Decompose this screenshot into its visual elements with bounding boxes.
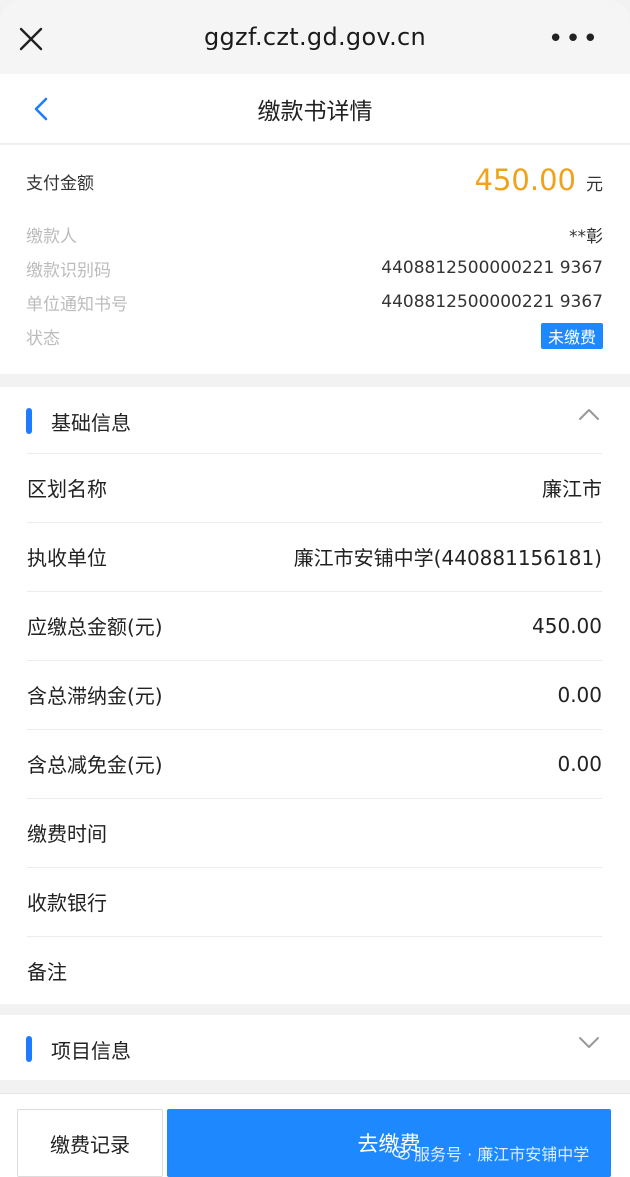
- summary-value: 4408812500000221 9367: [381, 292, 603, 312]
- basic-info-header[interactable]: 基础信息: [0, 387, 630, 453]
- info-row-collecting-unit: 执收单位 廉江市安铺中学(440881156181): [27, 522, 602, 590]
- info-label: 执收单位: [27, 546, 107, 570]
- info-value: 廉江市: [542, 477, 602, 501]
- info-value: 0.00: [557, 751, 602, 776]
- info-label: 区划名称: [27, 477, 107, 501]
- info-label: 缴费时间: [27, 822, 107, 846]
- payment-record-button[interactable]: 缴费记录: [17, 1109, 163, 1177]
- amount-unit: 元: [586, 175, 603, 195]
- more-icon[interactable]: •••: [548, 24, 600, 54]
- info-row-payment-time: 缴费时间: [27, 798, 602, 866]
- project-info-header[interactable]: 项目信息: [0, 1015, 630, 1081]
- project-info-section[interactable]: 项目信息: [0, 1015, 630, 1080]
- info-value: 450.00: [532, 613, 602, 638]
- summary-value: 4408812500000221 9367: [381, 258, 603, 278]
- info-row-region: 区划名称 廉江市: [27, 453, 602, 521]
- chevron-down-icon[interactable]: [578, 1035, 600, 1049]
- info-row-remarks: 备注: [27, 936, 602, 1004]
- summary-label: 单位通知书号: [26, 294, 128, 315]
- browser-url: ggzf.czt.gd.gov.cn: [203, 23, 427, 51]
- info-value: 0.00: [557, 682, 602, 707]
- amount-value: 450.00: [474, 163, 576, 197]
- info-label: 备注: [27, 960, 67, 984]
- info-row-reduction: 含总减免金(元) 0.00: [27, 729, 602, 797]
- summary-row-payment-code: 缴款识别码 4408812500000221 9367: [26, 255, 603, 281]
- section-accent-bar: [26, 1036, 32, 1062]
- nav-bar: 缴款书详情: [0, 74, 630, 144]
- info-label: 收款银行: [27, 891, 107, 915]
- close-icon[interactable]: [18, 26, 44, 52]
- summary-label: 状态: [26, 328, 60, 349]
- info-row-bank: 收款银行: [27, 867, 602, 935]
- page-title: 缴款书详情: [257, 98, 373, 125]
- wechat-icon: [392, 1146, 410, 1160]
- amount: 450.00 元: [475, 163, 603, 197]
- summary-row-status: 状态 未缴费: [26, 323, 603, 349]
- summary-value: **彰: [569, 226, 603, 247]
- status-badge: 未缴费: [540, 323, 603, 349]
- payment-summary: 支付金额 450.00 元 缴款人 **彰 缴款识别码 440881250000…: [0, 145, 630, 374]
- section-accent-bar: [26, 408, 32, 434]
- info-label: 含总滞纳金(元): [27, 684, 163, 708]
- back-icon[interactable]: [30, 96, 54, 122]
- info-row-late-fee: 含总滞纳金(元) 0.00: [27, 660, 602, 728]
- info-row-total-due: 应缴总金额(元) 450.00: [27, 591, 602, 659]
- summary-row-payer: 缴款人 **彰: [26, 221, 603, 247]
- summary-label: 缴款识别码: [26, 260, 111, 281]
- summary-row-notice-number: 单位通知书号 4408812500000221 9367: [26, 289, 603, 315]
- summary-label: 缴款人: [26, 226, 77, 247]
- section-title: 项目信息: [51, 1039, 131, 1063]
- info-label: 应缴总金额(元): [27, 615, 163, 639]
- basic-info-section: 基础信息 区划名称 廉江市 执收单位 廉江市安铺中学(440881156181)…: [0, 387, 630, 1004]
- section-title: 基础信息: [51, 411, 131, 435]
- watermark: 服务号 · 廉江市安铺中学: [392, 1141, 589, 1165]
- info-value: 廉江市安铺中学(440881156181): [293, 546, 602, 570]
- amount-label: 支付金额: [26, 174, 94, 194]
- watermark-text: 服务号 · 廉江市安铺中学: [414, 1145, 590, 1164]
- chevron-up-icon[interactable]: [578, 407, 600, 421]
- info-label: 含总减免金(元): [27, 753, 163, 777]
- browser-bar: ggzf.czt.gd.gov.cn •••: [0, 0, 630, 74]
